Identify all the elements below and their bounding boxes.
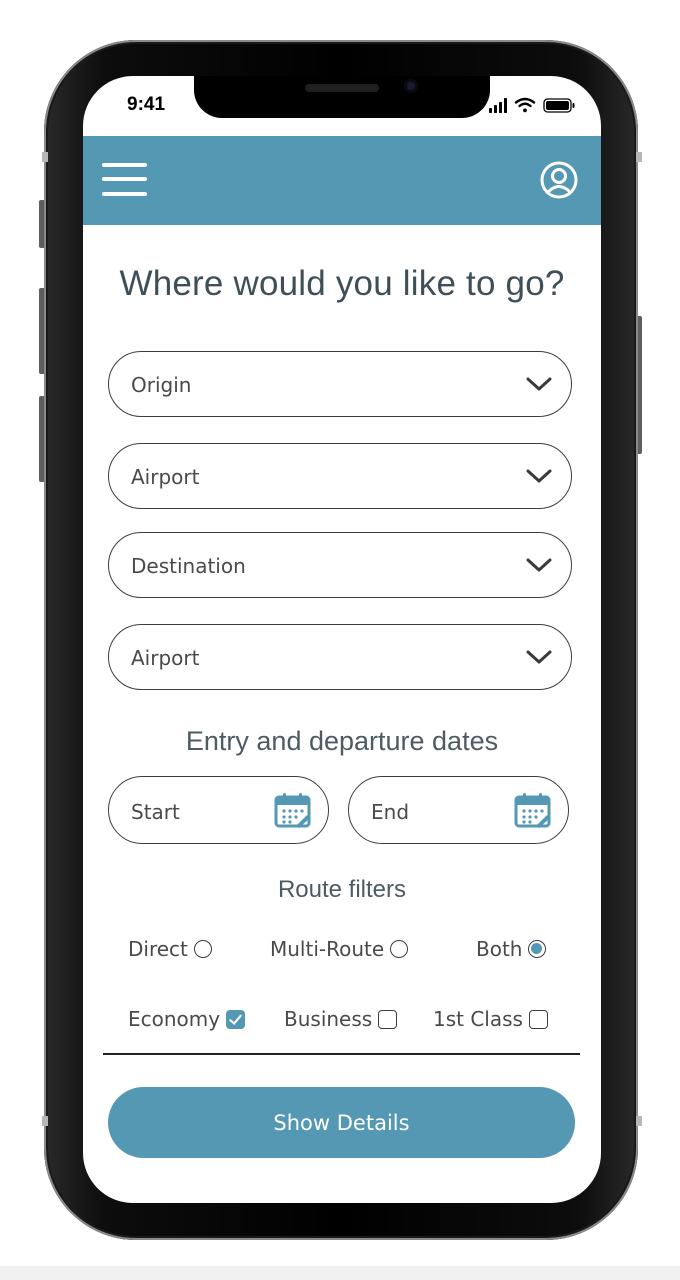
phone-screen: 9:41 Where would you like to go? Origin … — [83, 76, 601, 1203]
route-option-multi-route[interactable]: Multi-Route — [270, 937, 409, 961]
divider — [103, 1053, 580, 1055]
status-time: 9:41 — [127, 94, 166, 115]
app-header — [83, 136, 601, 225]
show-details-button[interactable]: Show Details — [108, 1087, 575, 1158]
notch — [194, 76, 490, 118]
wifi-icon — [514, 97, 536, 113]
direct-radio[interactable] — [193, 940, 212, 958]
destination-airport-select[interactable]: Airport — [108, 624, 572, 690]
origin-select[interactable]: Origin — [108, 351, 572, 417]
calendar-icon — [514, 793, 551, 828]
front-camera — [404, 79, 418, 93]
class-option-economy[interactable]: Economy — [128, 1007, 246, 1031]
route-filters-title: Route filters — [277, 876, 407, 903]
calendar-icon — [274, 793, 311, 828]
hamburger-menu-icon[interactable] — [102, 163, 147, 196]
chevron-down-icon — [526, 650, 552, 664]
route-option-label: Direct — [128, 937, 188, 961]
speaker-grille — [305, 84, 379, 92]
route-option-both[interactable]: Both — [476, 937, 547, 961]
class-option-label: Economy — [128, 1007, 221, 1031]
route-option-label: Multi-Route — [270, 937, 385, 961]
antenna-band — [636, 1116, 642, 1126]
route-option-label: Both — [476, 937, 523, 961]
both-radio[interactable] — [528, 940, 547, 958]
origin-airport-select[interactable]: Airport — [108, 443, 572, 509]
route-option-direct[interactable]: Direct — [128, 937, 212, 961]
cellular-signal-icon — [489, 98, 507, 113]
chevron-down-icon — [526, 469, 552, 483]
battery-icon — [543, 98, 575, 113]
chevron-down-icon — [526, 558, 552, 572]
chevron-down-icon — [526, 377, 552, 391]
first-class-checkbox[interactable] — [528, 1009, 548, 1029]
class-option-business[interactable]: Business — [284, 1007, 398, 1031]
page-title: Where would you like to go? — [119, 264, 565, 303]
antenna-band — [636, 152, 642, 162]
user-profile-icon[interactable] — [539, 160, 579, 200]
start-date-field[interactable]: Start — [108, 776, 329, 844]
class-option-first-class[interactable]: 1st Class — [433, 1007, 548, 1031]
destination-select-label: Destination — [131, 554, 246, 578]
destination-select[interactable]: Destination — [108, 532, 572, 598]
origin-select-label: Origin — [131, 373, 192, 397]
destination-airport-select-label: Airport — [131, 646, 200, 670]
class-option-label: Business — [284, 1007, 373, 1031]
start-date-label: Start — [131, 800, 180, 824]
status-icons — [489, 97, 575, 113]
dates-section-title: Entry and departure dates — [185, 726, 499, 756]
economy-checkbox[interactable] — [226, 1009, 246, 1029]
antenna-band — [42, 152, 48, 162]
class-option-label: 1st Class — [433, 1007, 523, 1031]
business-checkbox[interactable] — [378, 1009, 398, 1029]
end-date-label: End — [371, 800, 410, 824]
end-date-field[interactable]: End — [348, 776, 569, 844]
background-strip — [0, 1266, 680, 1280]
origin-airport-select-label: Airport — [131, 465, 200, 489]
multi-route-radio[interactable] — [390, 940, 409, 958]
antenna-band — [42, 1116, 48, 1126]
